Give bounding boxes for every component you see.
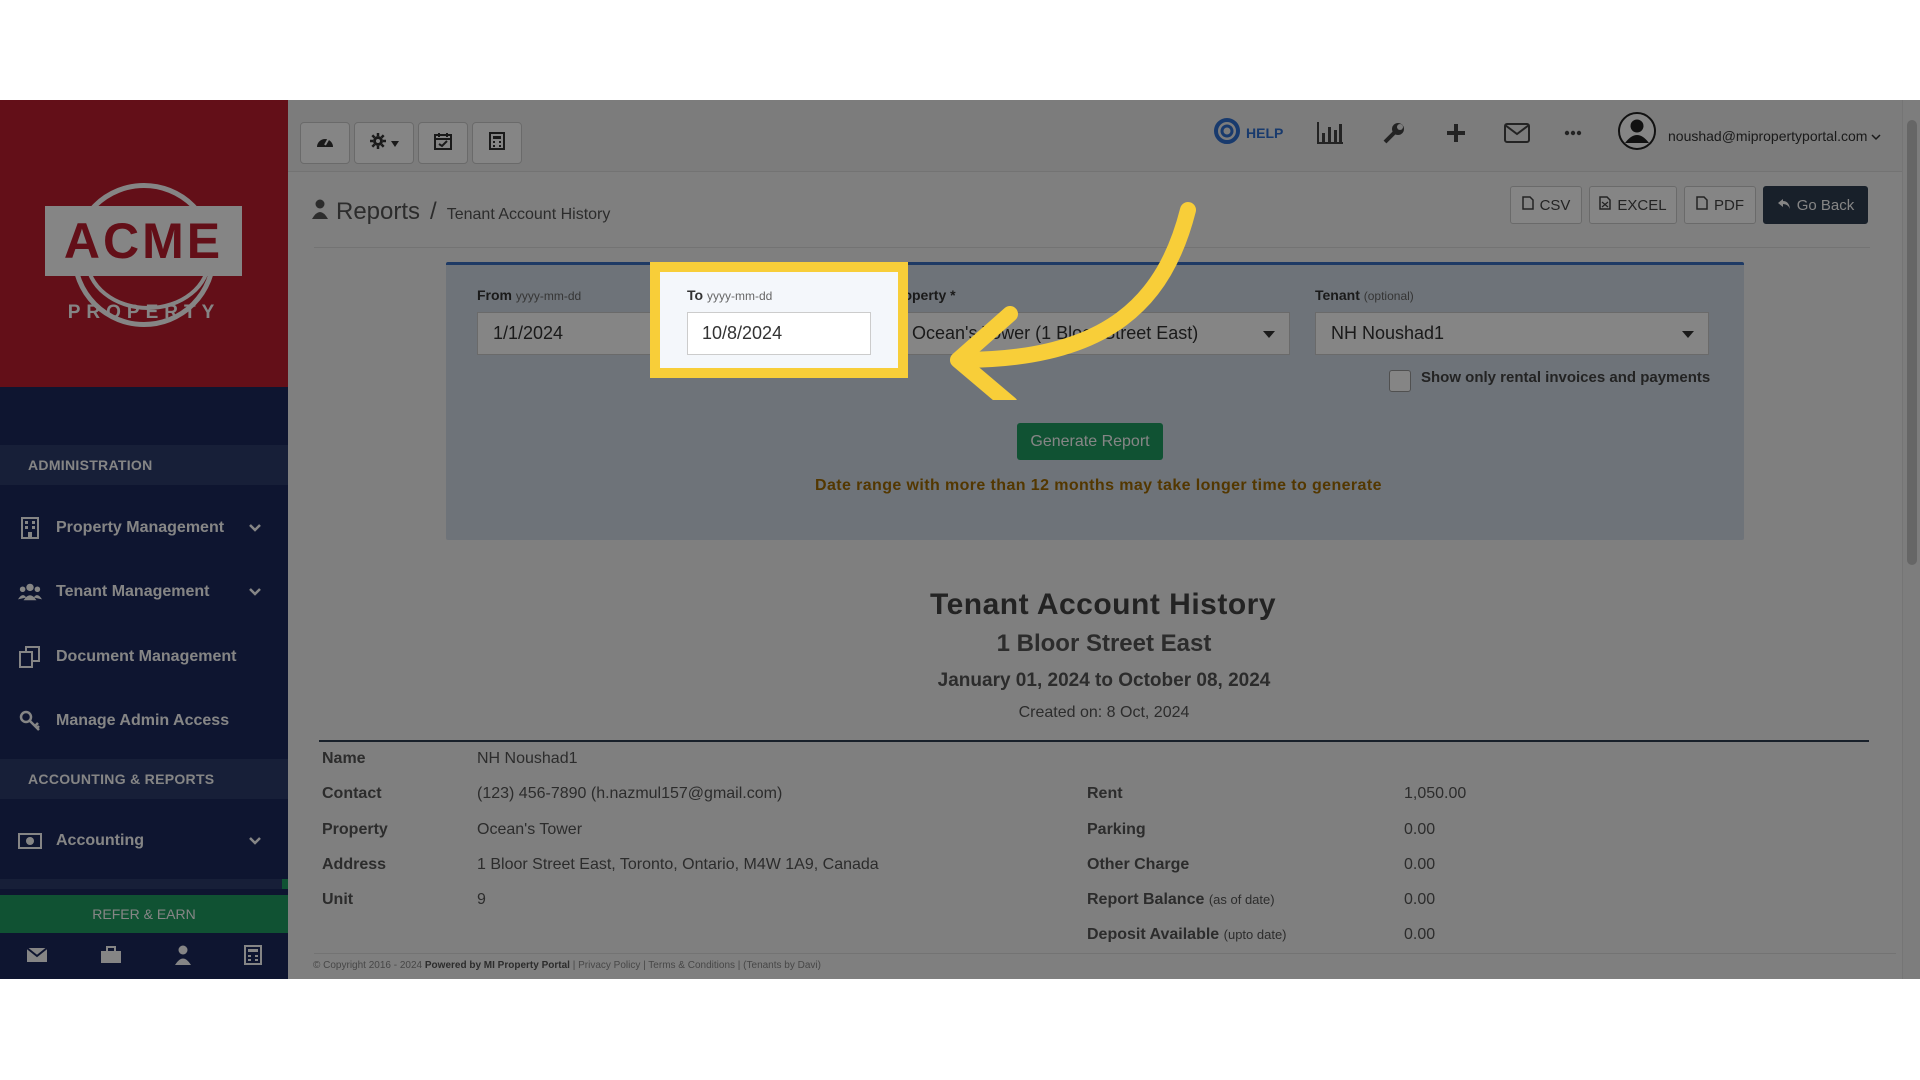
to-date-input[interactable]: 10/8/2024: [687, 312, 871, 355]
to-label: To yyyy-mm-dd: [687, 287, 772, 303]
to-hint: yyyy-mm-dd: [706, 289, 773, 303]
to-label-text: To: [687, 287, 704, 303]
pointer-arrow-icon: [950, 202, 1196, 400]
app-window: ACME PROPERTY ADMINISTRATION Property Ma…: [0, 100, 1920, 979]
